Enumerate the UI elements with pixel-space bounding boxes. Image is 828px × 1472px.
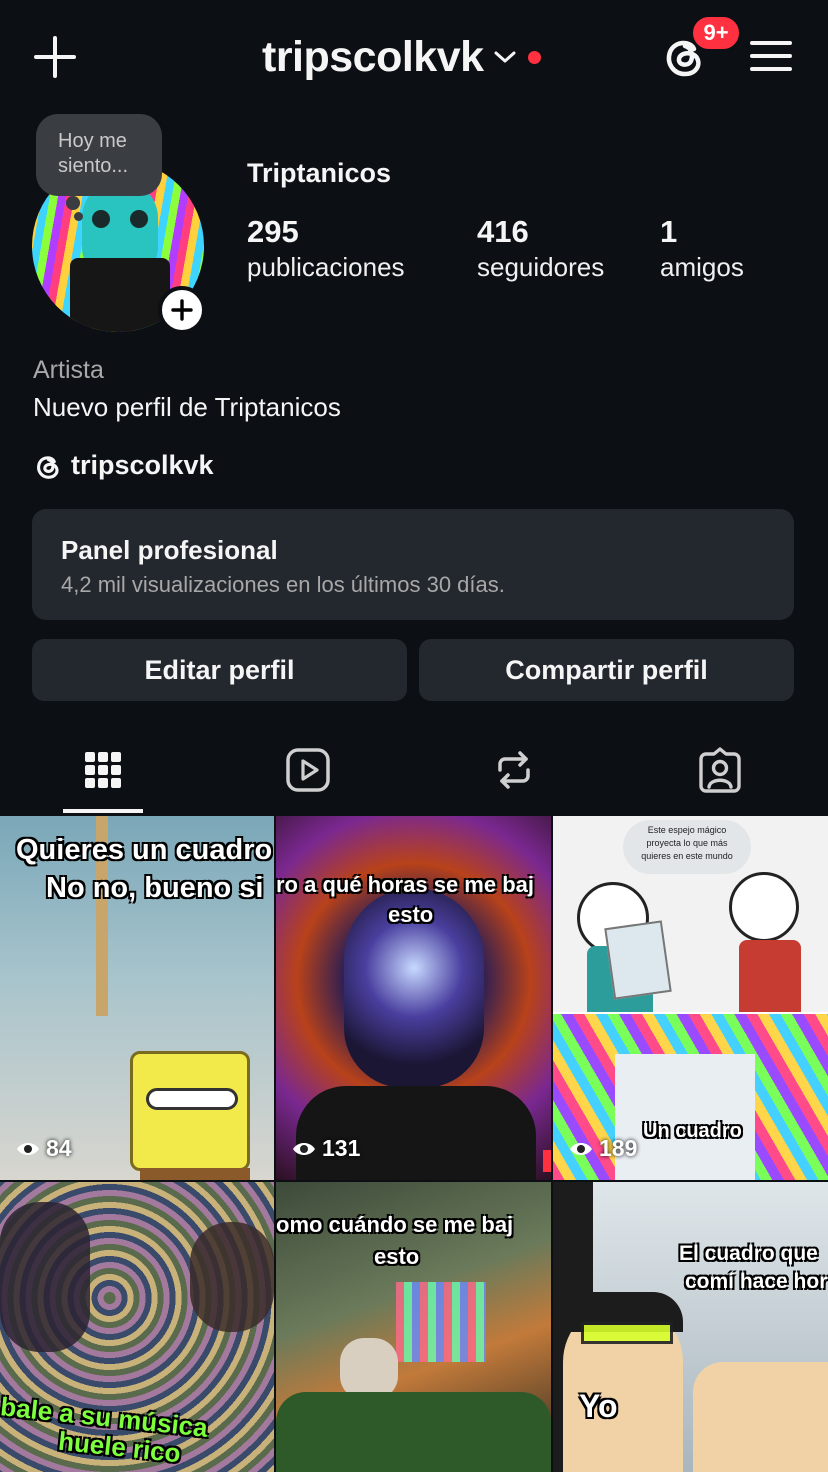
professional-dashboard[interactable]: Panel profesional 4,2 mil visualizacione… [32,509,794,620]
create-plus-icon[interactable] [34,36,76,78]
post-tile[interactable]: Quieres un cuadro No no, bueno si 84 [0,816,274,1180]
unread-dot [527,50,541,64]
plus-icon [171,299,193,321]
edit-profile-button[interactable]: Editar perfil [32,639,407,701]
post-caption: Un cuadro [643,1120,742,1142]
grid-icon [85,752,121,788]
post-caption: Yo [579,1388,618,1424]
stat-followers[interactable]: 416 seguidores [477,214,604,284]
profile-bio: Nuevo perfil de Triptanicos [33,392,341,422]
view-count: 189 [569,1135,637,1162]
stat-friends[interactable]: 1 amigos [660,214,744,284]
post-tile[interactable]: ro a qué horas se me baj esto 131 [276,816,551,1180]
post-tile[interactable]: El cuadro que comí hace hor Yo [553,1182,828,1472]
tab-reposts[interactable] [484,742,544,798]
tab-posts[interactable] [73,742,133,798]
stat-followers-label: seguidores [477,252,605,282]
threads-handle: tripscolkvk [71,450,214,480]
stat-posts[interactable]: 295 publicaciones [247,214,405,284]
username: tripscolkvk [262,32,484,81]
add-story-button[interactable] [158,286,206,334]
note-bubble[interactable]: Hoy me siento... [36,114,162,196]
eye-icon [570,1142,592,1155]
note-bubble-tail-small [74,212,83,221]
reposts-icon [498,751,530,789]
post-tile[interactable]: bale a su música huele rico [0,1182,274,1472]
post-caption: comí hace hor [685,1270,828,1293]
note-bubble-tail [66,196,80,210]
stat-friends-value: 1 [660,214,678,249]
reels-icon [286,748,330,792]
post-caption: Quieres un cuadro [16,834,273,866]
spongebob-figure [130,1051,250,1171]
tab-reels[interactable] [278,742,338,798]
eye-icon [293,1142,315,1155]
active-tab-indicator [63,809,143,813]
top-bar: tripscolkvk 9+ [0,0,828,112]
account-switcher[interactable]: tripscolkvk [262,30,541,84]
stat-posts-value: 295 [247,214,299,249]
share-profile-button[interactable]: Compartir perfil [419,639,794,701]
view-count: 131 [292,1135,360,1162]
post-caption: ro a qué horas se me baj [276,872,534,897]
menu-icon[interactable] [750,38,792,74]
post-caption: omo cuándo se me baj [276,1212,514,1237]
panel-title: Panel profesional [61,535,278,565]
post-caption: esto [388,902,434,927]
chevron-down-icon [494,51,516,63]
post-caption: esto [374,1244,420,1269]
panel-subtitle: 4,2 mil visualizaciones en los últimos 3… [61,572,505,597]
tagged-icon [699,747,741,793]
post-tile[interactable]: omo cuándo se me baj esto [276,1182,551,1472]
stat-posts-label: publicaciones [247,252,405,282]
post-caption: No no, bueno si [46,872,264,904]
stat-followers-value: 416 [477,214,529,249]
threads-profile-link[interactable]: tripscolkvk [33,450,214,481]
view-count: 84 [16,1135,72,1162]
post-caption: El cuadro que [679,1242,818,1265]
stat-friends-label: amigos [660,252,744,282]
tab-tagged[interactable] [690,742,750,798]
post-tile[interactable]: Este espejo mágico proyecta lo que más q… [553,816,828,1180]
profile-category: Artista [33,356,104,384]
notification-badge: 9+ [690,14,742,52]
display-name: Triptanicos [247,158,392,188]
eye-icon [17,1142,39,1155]
threads-icon [37,455,59,479]
post-caption: Este espejo mágico proyecta lo que más q… [641,825,733,861]
